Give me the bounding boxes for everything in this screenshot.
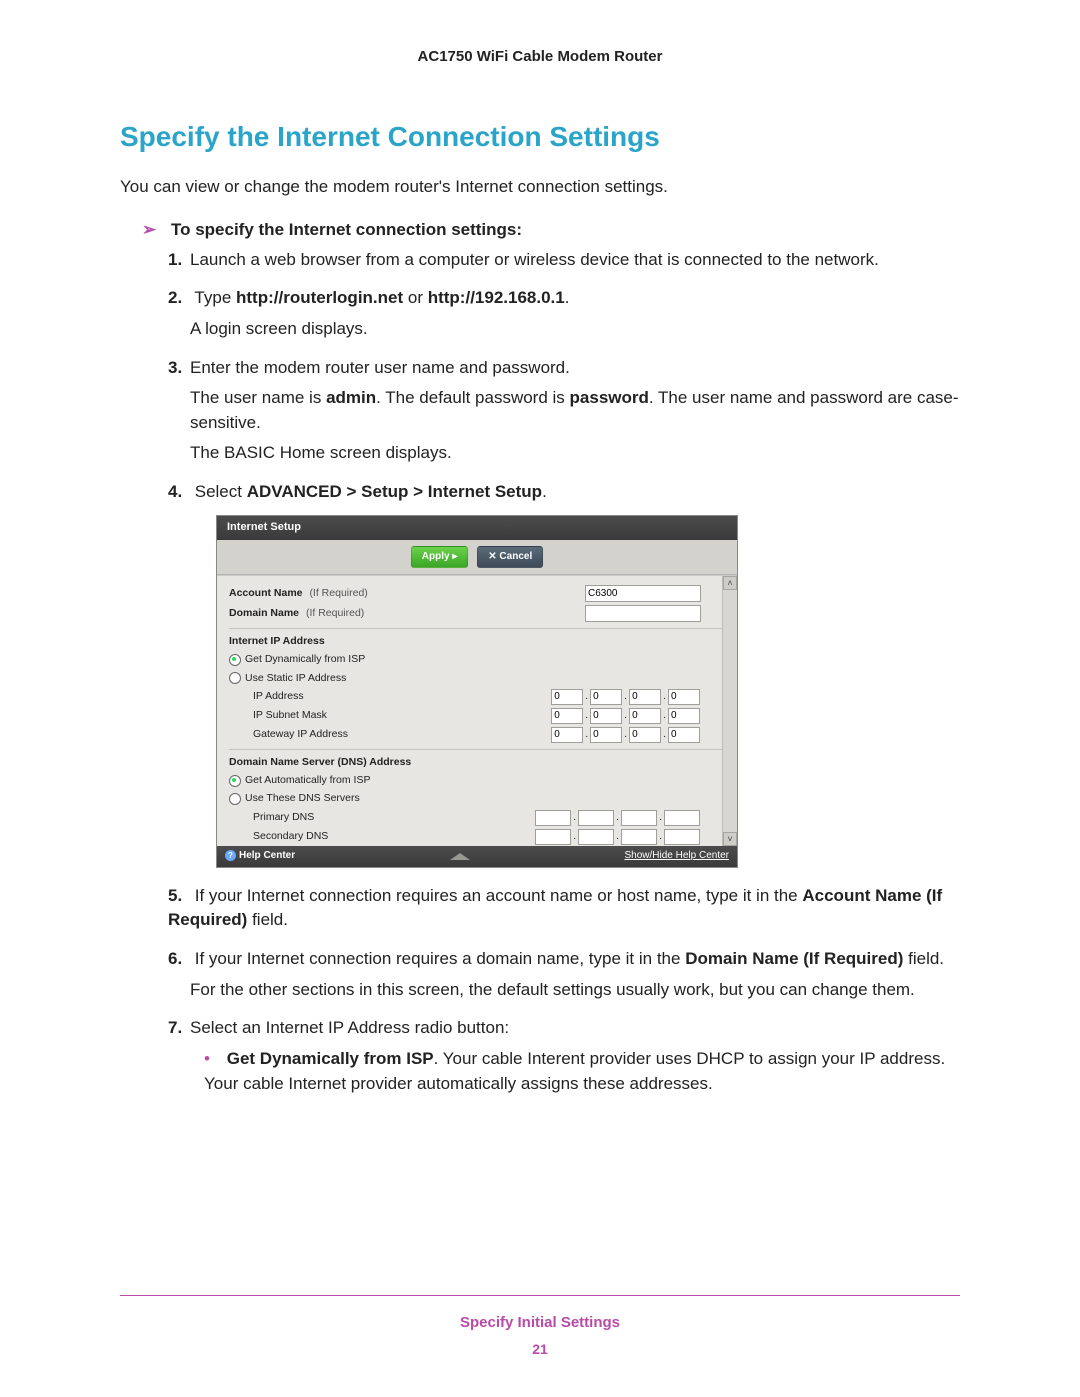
show-hide-help-link[interactable]: Show/Hide Help Center [625, 849, 730, 864]
step-6: 6. If your Internet connection requires … [168, 947, 960, 1002]
step-7-text: Select an Internet IP Address radio butt… [190, 1018, 509, 1037]
step-3-sub2: The BASIC Home screen displays. [190, 441, 960, 466]
ip-oct-3[interactable] [629, 689, 661, 705]
step-1-text: Launch a web browser from a computer or … [190, 250, 879, 269]
internet-setup-screenshot: Internet Setup Apply ▸ ✕ Cancel ˄ ˅ Acco… [216, 515, 738, 868]
page-number: 21 [120, 1341, 960, 1357]
page-title: Specify the Internet Connection Settings [120, 121, 960, 153]
gateway-label: Gateway IP Address [229, 727, 453, 742]
step-2-sub: A login screen displays. [190, 317, 960, 342]
arrow-icon: ➢ [142, 220, 156, 239]
step-4-nav: ADVANCED > Setup > Internet Setup [247, 482, 542, 501]
expand-triangle-icon[interactable] [450, 853, 470, 860]
step-1: 1.Launch a web browser from a computer o… [168, 248, 960, 273]
page-footer: Specify Initial Settings 21 [120, 1287, 960, 1357]
radio-static-ip[interactable] [229, 672, 241, 684]
step-2: 2. Type http://routerlogin.net or http:/… [168, 286, 960, 341]
ip-oct-1[interactable] [551, 689, 583, 705]
lead-text: To specify the Internet connection setti… [171, 220, 522, 239]
subnet-mask-field: ... [550, 708, 725, 724]
scroll-down-icon[interactable]: ˅ [723, 832, 737, 846]
step-6-sub: For the other sections in this screen, t… [190, 978, 960, 1003]
running-header: AC1750 WiFi Cable Modem Router [120, 48, 960, 65]
subnet-mask-label: IP Subnet Mask [229, 708, 453, 723]
radio-static-label: Use Static IP Address [245, 671, 346, 686]
intro-text: You can view or change the modem router'… [120, 175, 960, 200]
step-2-url2: http://192.168.0.1 [428, 288, 565, 307]
step-3: 3.Enter the modem router user name and p… [168, 356, 960, 467]
step-4: 4. Select ADVANCED > Setup > Internet Se… [168, 480, 960, 868]
account-name-input[interactable] [585, 585, 701, 602]
help-center-label[interactable]: Help Center [239, 850, 295, 861]
cancel-button[interactable]: ✕ Cancel [477, 546, 543, 569]
ui-toolbar: Apply ▸ ✕ Cancel [217, 540, 737, 576]
scrollbar[interactable]: ˄ ˅ [722, 576, 737, 846]
apply-button[interactable]: Apply ▸ [411, 546, 469, 569]
ip-address-label: IP Address [229, 689, 453, 704]
step-2-url1: http://routerlogin.net [236, 288, 403, 307]
help-icon: ? [225, 850, 236, 861]
step-7: 7.Select an Internet IP Address radio bu… [168, 1016, 960, 1096]
ip-oct-2[interactable] [590, 689, 622, 705]
radio-dns-auto-label: Get Automatically from ISP [245, 773, 370, 788]
footer-section: Specify Initial Settings [120, 1314, 960, 1331]
domain-name-label: Domain Name [229, 607, 299, 619]
step-3-sub1: The user name is admin. The default pass… [190, 386, 960, 435]
radio-dynamic-label: Get Dynamically from ISP [245, 652, 365, 667]
ip-oct-4[interactable] [668, 689, 700, 705]
radio-dynamic-ip[interactable] [229, 654, 241, 666]
scroll-up-icon[interactable]: ˄ [723, 576, 737, 590]
step-7-bullet: Get Dynamically from ISP. Your cable Int… [204, 1047, 960, 1096]
step-2-pre: Type [194, 288, 236, 307]
ip-address-field: ... [550, 689, 725, 705]
step-5: 5. If your Internet connection requires … [168, 884, 960, 933]
procedure-lead: ➢ To specify the Internet connection set… [142, 220, 960, 240]
account-name-label: Account Name [229, 587, 303, 599]
dns-section-header: Domain Name Server (DNS) Address [229, 749, 725, 770]
primary-dns-label: Primary DNS [229, 810, 453, 825]
secondary-dns-label: Secondary DNS [229, 829, 453, 844]
radio-dns-manual[interactable] [229, 793, 241, 805]
domain-name-input[interactable] [585, 605, 701, 622]
gateway-field: ... [550, 727, 725, 743]
ui-titlebar: Internet Setup [217, 516, 737, 540]
radio-dns-auto[interactable] [229, 775, 241, 787]
ip-section-header: Internet IP Address [229, 628, 725, 649]
ui-footerbar: ?Help Center Show/Hide Help Center [217, 846, 737, 867]
radio-dns-manual-label: Use These DNS Servers [245, 791, 360, 806]
step-3-text: Enter the modem router user name and pas… [190, 358, 570, 377]
